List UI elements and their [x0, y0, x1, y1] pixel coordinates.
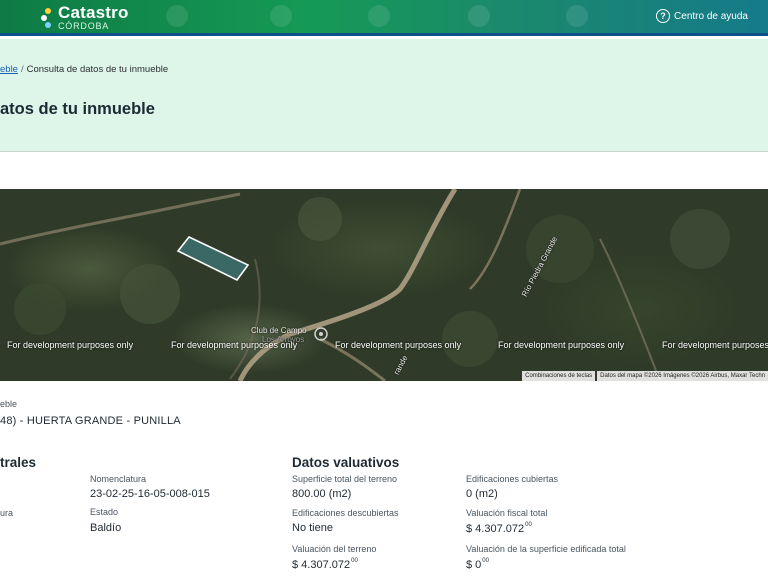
edificaciones-cubiertas-label: Edificaciones cubiertas — [466, 474, 559, 484]
question-circle-icon: ? — [656, 9, 671, 23]
valuacion-edificada-label: Valuación de la superficie edificada tot… — [466, 544, 626, 554]
superficie-terreno-label: Superficie total del terreno — [292, 474, 398, 484]
map-label-club: Club de Campo — [251, 326, 307, 335]
breadcrumb-parent-link[interactable]: eble — [0, 64, 18, 75]
cadastral-section-title: trales — [0, 455, 37, 470]
edificaciones-descubiertas-value: No tiene — [292, 522, 333, 534]
valuacion-edificada-value: $ 000 — [466, 558, 489, 571]
valuacion-fiscal-value: $ 4.307.07200 — [466, 522, 532, 535]
valuation-section-title: Datos valuativos — [292, 455, 400, 470]
estado-value: Baldío — [90, 522, 122, 534]
dev-watermark: For development purposes only — [498, 340, 625, 350]
valuacion-terreno-label: Valuación del terreno — [292, 544, 377, 554]
help-center-label: Centro de ayuda — [674, 10, 748, 22]
header-decoration — [368, 5, 390, 27]
cadastral-left-label: ura — [0, 508, 14, 518]
help-center-link[interactable]: ? Centro de ayuda — [656, 9, 748, 23]
brand-subtitle: CÓRDOBA — [58, 21, 110, 31]
dev-watermark: For development purposes only — [7, 340, 134, 350]
valuacion-terreno-cents: 00 — [351, 558, 358, 564]
edificaciones-cubiertas-value: 0 (m2) — [466, 488, 498, 500]
valuacion-edificada-cents: 00 — [482, 558, 489, 564]
page-banner: eble / Consulta de datos de tu inmueble at… — [0, 39, 768, 152]
dev-watermark: For development purposes only — [335, 340, 462, 350]
dev-watermark: For development purposes only — [662, 340, 768, 350]
breadcrumb-current: Consulta de datos de tu inmueble — [26, 64, 169, 75]
estado-label: Estado — [90, 507, 119, 517]
satellite-map[interactable]: Club de Campo Los Arroyos Río Piedra Gra… — [0, 189, 768, 381]
catastro-logo[interactable]: Catastro CÓRDOBA — [40, 4, 129, 31]
header-decoration — [166, 5, 188, 27]
superficie-terreno-value: 800.00 (m2) — [292, 488, 352, 500]
keyboard-shortcuts-link[interactable]: Combinaciones de teclas — [522, 371, 596, 381]
location-value: 48) - HUERTA GRANDE - PUNILLA — [0, 415, 181, 427]
valuacion-fiscal-amount: $ 4.307.072 — [466, 523, 525, 535]
map-data-credit: Datos del mapa ©2026 Imágenes ©2026 Airb… — [597, 371, 768, 381]
top-navigation-bar: Catastro CÓRDOBA ? Centro de ayuda — [0, 0, 768, 36]
nomenclatura-value: 23-02-25-16-05-008-015 — [90, 488, 210, 500]
header-decoration — [566, 5, 588, 27]
edificaciones-descubiertas-label: Edificaciones descubiertas — [292, 508, 399, 518]
page-title: atos de tu inmueble — [0, 100, 155, 118]
valuacion-terreno-value: $ 4.307.07200 — [292, 558, 358, 571]
brand-title: Catastro — [58, 3, 129, 22]
header-decoration — [270, 5, 292, 27]
map-terrain — [0, 189, 730, 381]
valuacion-edificada-amount: $ 0 — [466, 559, 482, 571]
parcel-outline[interactable] — [176, 236, 250, 282]
map-attribution: Combinaciones de teclas Datos del mapa ©… — [520, 371, 768, 381]
valuacion-fiscal-cents: 00 — [525, 522, 532, 528]
valuacion-terreno-amount: $ 4.307.072 — [292, 559, 351, 571]
nomenclatura-label: Nomenclatura — [90, 474, 147, 484]
valuacion-fiscal-label: Valuación fiscal total — [466, 508, 548, 518]
dev-watermark: For development purposes only — [171, 340, 298, 350]
breadcrumb-separator: / — [20, 64, 24, 75]
location-label: eble — [0, 399, 18, 409]
logo-mark-icon — [40, 7, 54, 29]
breadcrumb: eble / Consulta de datos de tu inmueble — [0, 64, 168, 75]
header-decoration — [468, 5, 490, 27]
